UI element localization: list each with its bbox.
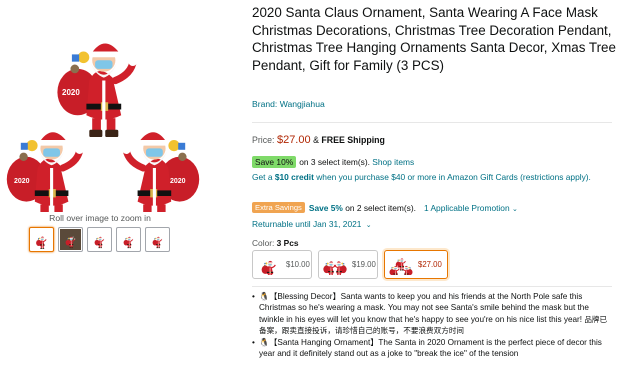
option-price: $27.00 bbox=[418, 260, 442, 269]
thumbnail-santa-icon bbox=[60, 229, 81, 250]
option-santa-icon bbox=[322, 259, 348, 275]
credit-prefix: Get a bbox=[252, 172, 275, 182]
feature-bullet: • 🐧【Santa Hanging Ornament】The Santa in … bbox=[252, 337, 610, 360]
extra-savings-badge: Extra Savings bbox=[252, 202, 305, 213]
extra-savings-amount: Save 5% bbox=[308, 202, 343, 213]
returnable-text: Returnable until Jan 31, 2021 bbox=[252, 219, 362, 229]
color-label: Color: 3 Pcs bbox=[252, 238, 299, 248]
coupon-text: on 3 select item(s). bbox=[299, 157, 370, 167]
chevron-down-icon: ⌄ bbox=[363, 222, 372, 229]
main-image-label-left: 2020 bbox=[14, 178, 30, 185]
price-label: Price: bbox=[252, 135, 275, 145]
product-details: 2020 Santa Claus Ornament, Santa Wearing… bbox=[252, 0, 624, 376]
main-image-label-right: 2020 bbox=[170, 178, 186, 185]
option-price: $19.00 bbox=[352, 260, 376, 269]
thumbnail-santa-icon bbox=[35, 235, 48, 250]
feature-bullet: • 🐧【Blessing Decor】Santa wants to keep y… bbox=[252, 292, 608, 335]
feature-bullets: • 🐧【Blessing Decor】Santa wants to keep y… bbox=[252, 291, 610, 361]
color-option-2[interactable]: $19.00 bbox=[318, 250, 378, 279]
thumbnail-1[interactable] bbox=[29, 227, 54, 252]
color-value: 3 Pcs bbox=[276, 238, 299, 248]
option-price: $10.00 bbox=[286, 260, 310, 269]
option-santa-icon bbox=[389, 257, 413, 275]
color-option-3[interactable]: $27.00 bbox=[384, 250, 448, 279]
color-option-1[interactable]: $10.00 bbox=[252, 250, 312, 279]
feature-bullet-text: 🐧【Blessing Decor】Santa wants to keep you… bbox=[259, 292, 589, 324]
extra-savings-text: on 2 select item(s). bbox=[345, 202, 416, 213]
main-image-label: 2020 bbox=[62, 88, 80, 97]
coupon-badge: Save 10% bbox=[252, 156, 297, 168]
option-santa-icon bbox=[260, 259, 277, 275]
chevron-down-icon: ⌄ bbox=[511, 205, 518, 213]
applicable-promotion-link[interactable]: 1 Applicable Promotion ⌄ bbox=[424, 203, 518, 213]
color-options: $10.00 $19.00 $27.00 bbox=[252, 250, 448, 279]
feature-bullet-text: 🐧【Santa Hanging Ornament】The Santa in 20… bbox=[259, 338, 602, 359]
gift-card-credit-link[interactable]: Get a $10 credit when you purchase $40 o… bbox=[252, 172, 592, 184]
coupon-row: Save 10% on 3 select item(s). Shop items bbox=[252, 156, 414, 168]
divider bbox=[252, 286, 612, 287]
returnable-link[interactable]: Returnable until Jan 31, 2021 ⌄ bbox=[252, 219, 372, 229]
brand-link[interactable]: Brand: Wangjiahua bbox=[252, 99, 325, 109]
color-label-text: Color: bbox=[252, 238, 275, 248]
price-row: Price: $27.00 & FREE Shipping bbox=[252, 134, 385, 146]
credit-amount: $10 credit bbox=[274, 172, 314, 182]
price-value: $27.00 bbox=[276, 134, 311, 146]
thumbnail-santa-icon bbox=[94, 236, 105, 249]
promotion-label: 1 Applicable Promotion bbox=[423, 202, 510, 213]
product-title: 2020 Santa Claus Ornament, Santa Wearing… bbox=[252, 5, 616, 73]
free-shipping-label[interactable]: FREE Shipping bbox=[321, 135, 385, 145]
image-gallery: 2020 2020 2020 Roll over image to zoom i… bbox=[0, 0, 240, 376]
extra-savings-row: Extra Savings Save 5% on 2 select item(s… bbox=[252, 202, 518, 213]
thumbnail-strip bbox=[29, 227, 170, 252]
main-product-image[interactable]: 2020 2020 2020 bbox=[0, 0, 240, 212]
credit-suffix: when you purchase $40 or more in Amazon … bbox=[313, 172, 591, 182]
thumbnail-santa-icon bbox=[123, 236, 134, 249]
zoom-hint: Roll over image to zoom in bbox=[49, 213, 151, 223]
thumbnail-5[interactable] bbox=[145, 227, 170, 252]
thumbnail-3[interactable] bbox=[87, 227, 112, 252]
santa-ornament-image: 2020 2020 2020 bbox=[0, 0, 240, 212]
thumbnail-4[interactable] bbox=[116, 227, 141, 252]
shipping-amp: & bbox=[313, 135, 319, 145]
thumbnail-2[interactable] bbox=[58, 227, 83, 252]
shop-items-link[interactable]: Shop items bbox=[372, 157, 414, 167]
divider bbox=[252, 122, 612, 123]
thumbnail-santa-icon bbox=[152, 236, 163, 249]
